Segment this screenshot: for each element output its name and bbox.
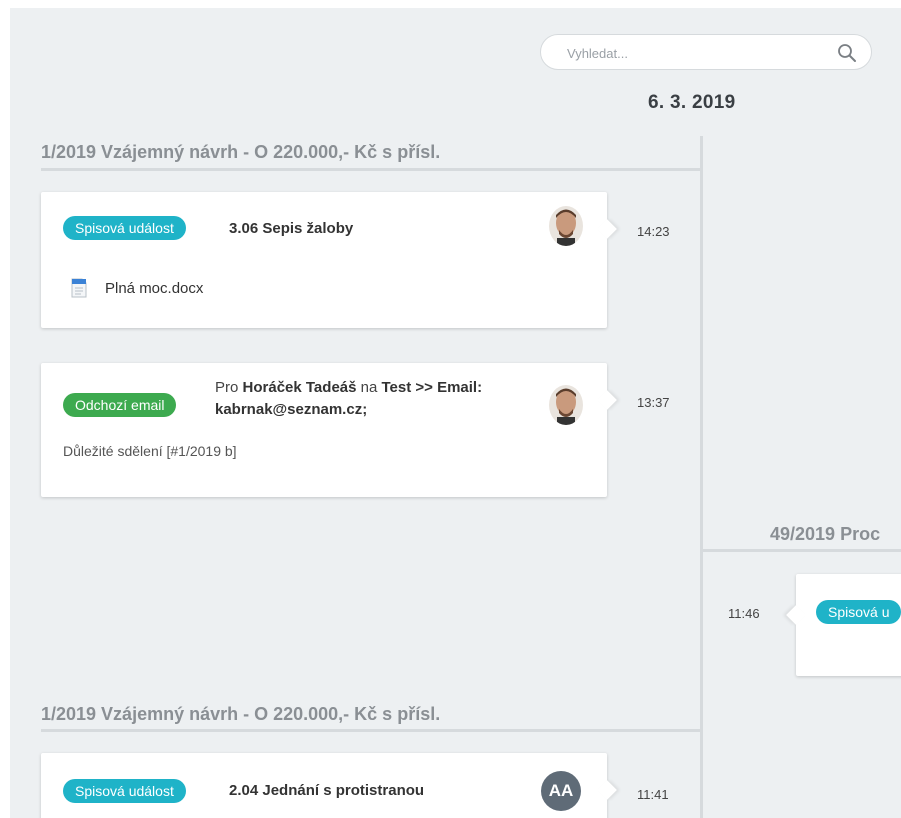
- event-card[interactable]: Odchozí email Pro Horáček Tadeáš na Test…: [41, 363, 617, 497]
- search-icon[interactable]: [837, 43, 857, 63]
- event-time: 11:46: [728, 606, 760, 621]
- date-heading: 6. 3. 2019: [648, 92, 736, 113]
- card-pointer: [786, 605, 806, 625]
- email-target: Test >> Email:: [381, 379, 483, 396]
- attachment-link[interactable]: Plná moc.docx: [105, 280, 203, 297]
- card-pointer: [597, 390, 617, 410]
- group-title[interactable]: 1/2019 Vzájemný návrh - O 220.000,- Kč s…: [41, 142, 440, 163]
- card-pointer: [597, 219, 617, 239]
- email-recipient-line: Pro Horáček Tadeáš na Test >> Email:: [215, 379, 483, 396]
- group-title[interactable]: 1/2019 Vzájemný návrh - O 220.000,- Kč s…: [41, 704, 440, 725]
- event-type-badge: Spisová u: [816, 600, 901, 624]
- event-time: 14:23: [637, 224, 670, 239]
- email-subject[interactable]: Důležité sdělení [#1/2019 b]: [63, 443, 237, 459]
- search-input[interactable]: [565, 43, 819, 63]
- timeline-canvas: 6. 3. 2019 1/2019 Vzájemný návrh - O 220…: [10, 8, 901, 818]
- search-box[interactable]: [540, 34, 872, 70]
- card-pointer: [597, 780, 617, 800]
- event-type-badge: Spisová událost: [63, 216, 186, 240]
- email-address: kabrnak@seznam.cz;: [215, 401, 368, 418]
- event-time: 11:41: [637, 787, 669, 802]
- event-card[interactable]: Spisová u: [786, 574, 901, 676]
- event-card[interactable]: Spisová událost 3.06 Sepis žaloby Plná m…: [41, 192, 617, 328]
- timeline-axis: [700, 136, 703, 818]
- user-avatar: [549, 385, 583, 425]
- event-type-badge: Spisová událost: [63, 779, 186, 803]
- recipient-name: Horáček Tadeáš: [242, 379, 357, 396]
- event-type-badge: Odchozí email: [63, 393, 177, 417]
- group-title[interactable]: 49/2019 Proc: [770, 524, 880, 545]
- docx-file-icon: [71, 278, 87, 298]
- group-divider: [41, 729, 700, 732]
- group-divider: [703, 549, 901, 552]
- event-time: 13:37: [637, 395, 670, 410]
- user-avatar: [549, 206, 583, 246]
- event-card[interactable]: Spisová událost 2.04 Jednání s protistra…: [41, 753, 617, 818]
- event-title: 3.06 Sepis žaloby: [229, 220, 354, 237]
- event-title: 2.04 Jednání s protistranou: [229, 782, 425, 799]
- user-avatar-initials: AA: [541, 771, 581, 811]
- group-divider: [41, 168, 700, 171]
